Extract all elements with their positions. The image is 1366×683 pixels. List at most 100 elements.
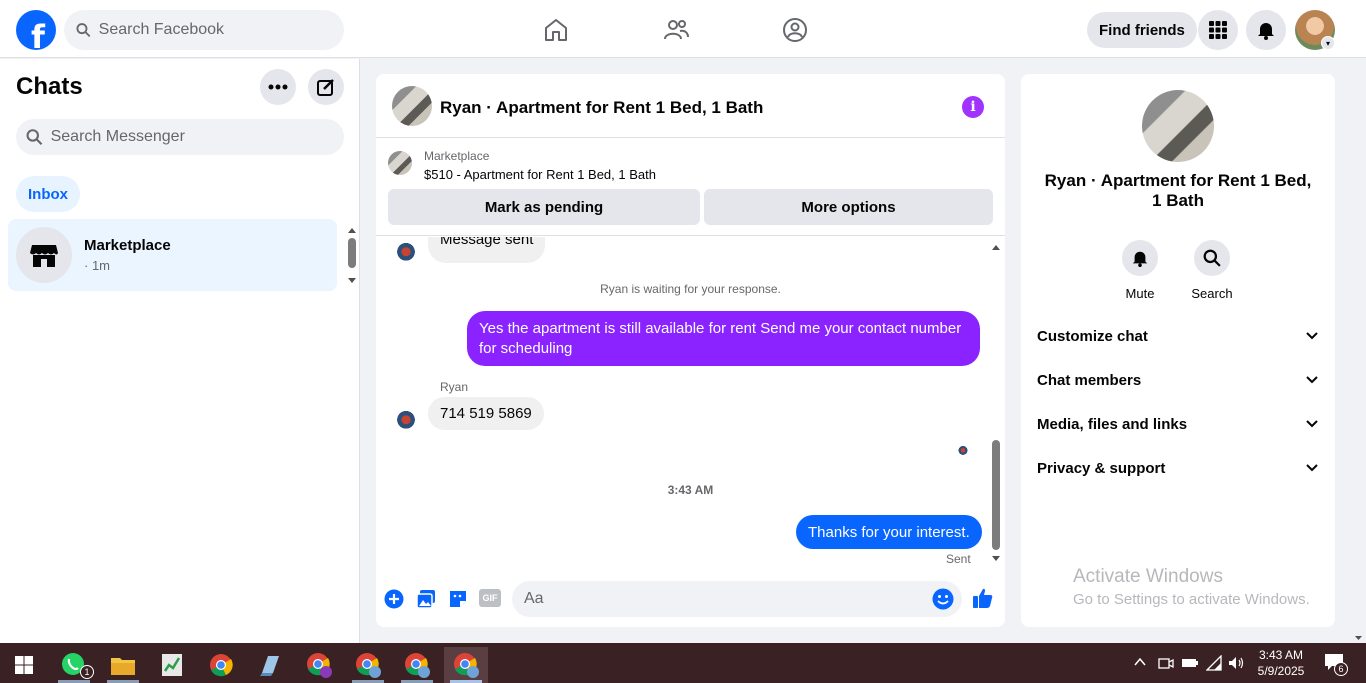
page-scrollbar[interactable] xyxy=(1351,59,1366,643)
battery-icon[interactable] xyxy=(1181,655,1199,676)
volume-icon[interactable] xyxy=(1228,655,1246,676)
file-explorer-icon[interactable] xyxy=(101,647,145,683)
search-facebook-input[interactable] xyxy=(98,21,344,39)
activate-windows-title: Activate Windows xyxy=(1073,566,1223,587)
start-windows-icon[interactable] xyxy=(2,647,46,683)
chats-title: Chats xyxy=(16,73,83,100)
wifi-icon[interactable] xyxy=(1205,654,1222,676)
clock-time: 3:43 AM xyxy=(1258,648,1304,662)
chevron-down-icon xyxy=(1306,420,1318,428)
sticker-icon[interactable] xyxy=(448,589,468,609)
message-input[interactable] xyxy=(524,590,932,608)
emoji-icon[interactable] xyxy=(932,588,954,610)
chevron-down-icon xyxy=(1306,376,1318,384)
conversation-title[interactable]: Ryan · Apartment for Rent 1 Bed, 1 Bath xyxy=(440,98,763,118)
customize-chat-section[interactable]: Customize chat xyxy=(1037,314,1319,358)
section-label: Media, files and links xyxy=(1037,415,1188,433)
home-icon[interactable] xyxy=(541,15,571,45)
chevron-down-icon[interactable]: ▾ xyxy=(1321,36,1335,50)
read-receipt-avatar xyxy=(956,442,970,456)
privacy-support-section[interactable]: Privacy & support xyxy=(1037,446,1319,490)
mute-bell-icon[interactable] xyxy=(1122,240,1158,276)
taskbar-clock[interactable]: 3:43 AM 5/9/2025 xyxy=(1248,647,1314,679)
info-icon[interactable]: i xyxy=(962,96,984,118)
chat-list-item[interactable]: Marketplace · 1m xyxy=(8,219,337,291)
mute-label: Mute xyxy=(1125,286,1155,301)
section-label: Privacy & support xyxy=(1037,459,1166,477)
sidebar-scrollbar[interactable] xyxy=(345,223,359,287)
friends-icon[interactable] xyxy=(661,15,691,45)
incoming-message: 714 519 5869 xyxy=(428,397,544,430)
new-message-icon[interactable] xyxy=(308,69,344,105)
notepad-app-icon[interactable] xyxy=(248,647,292,683)
sender-avatar[interactable] xyxy=(392,237,420,263)
sender-avatar[interactable] xyxy=(392,403,420,431)
whatsapp-icon[interactable]: 1 xyxy=(52,647,96,683)
message-composer: GIF xyxy=(376,577,1005,621)
mute-button[interactable]: Mute xyxy=(1110,240,1170,301)
chat-name: Marketplace xyxy=(84,237,171,254)
listing-thumbnail[interactable] xyxy=(388,151,412,175)
message-scrollbar[interactable] xyxy=(989,240,1003,566)
chrome-profile-icon[interactable] xyxy=(297,647,341,683)
facebook-logo[interactable]: f xyxy=(16,10,56,50)
marketplace-store-icon xyxy=(16,227,72,283)
spreadsheet-app-icon[interactable] xyxy=(150,647,194,683)
more-options-icon[interactable] xyxy=(260,69,296,105)
photo-icon[interactable] xyxy=(416,589,436,609)
notification-center-icon[interactable]: 6 xyxy=(1324,653,1348,676)
message-list: Message sent Ryan is waiting for your re… xyxy=(376,237,1005,567)
chrome-profile-icon[interactable] xyxy=(395,647,439,683)
clock-date: 5/9/2025 xyxy=(1257,664,1305,678)
find-friends-button[interactable]: Find friends xyxy=(1087,12,1197,48)
more-options-button[interactable]: More options xyxy=(704,189,993,225)
notifications-bell-icon[interactable] xyxy=(1246,10,1286,50)
incoming-message: Message sent xyxy=(428,237,546,263)
chrome-icon[interactable] xyxy=(199,647,243,683)
groups-icon[interactable] xyxy=(780,15,810,45)
message-status: Sent xyxy=(946,552,971,566)
outgoing-message: Thanks for your interest. xyxy=(796,515,982,549)
message-timestamp: 3:43 AM xyxy=(667,483,714,497)
chevron-down-icon xyxy=(1306,332,1318,340)
meet-now-icon[interactable] xyxy=(1158,655,1174,676)
chrome-profile-icon-active[interactable] xyxy=(444,647,488,683)
chrome-profile-icon[interactable] xyxy=(346,647,390,683)
plus-icon[interactable] xyxy=(384,589,404,609)
whatsapp-badge: 1 xyxy=(80,665,94,679)
sender-name: Ryan xyxy=(440,380,469,394)
apartment-avatar[interactable] xyxy=(392,86,432,126)
search-icon xyxy=(76,23,91,38)
chats-sidebar: Chats Inbox Marketplace · 1m xyxy=(0,59,360,643)
facebook-logo-letter: f xyxy=(31,18,45,50)
windows-taskbar: 1 3:43 AM 5/9/2025 6 xyxy=(0,643,1366,683)
search-conversation-button[interactable]: Search xyxy=(1182,240,1242,301)
outgoing-message: Yes the apartment is still available for… xyxy=(467,311,980,366)
search-icon xyxy=(26,129,43,146)
message-input-box[interactable] xyxy=(512,581,962,617)
section-label: Chat members xyxy=(1037,371,1142,389)
conversation-avatar[interactable] xyxy=(1142,90,1214,162)
listing-title[interactable]: $510 - Apartment for Rent 1 Bed, 1 Bath xyxy=(424,167,656,182)
inbox-tab[interactable]: Inbox xyxy=(16,176,80,212)
chevron-down-icon xyxy=(1306,464,1318,472)
media-files-links-section[interactable]: Media, files and links xyxy=(1037,402,1319,446)
search-messenger-box[interactable] xyxy=(16,119,344,155)
details-title: Ryan · Apartment for Rent 1 Bed, 1 Bath xyxy=(1044,171,1312,210)
thumbs-up-icon[interactable] xyxy=(972,587,994,609)
top-navigation-bar: f Find friends ▾ xyxy=(0,0,1366,58)
menu-grid-icon[interactable] xyxy=(1198,10,1238,50)
chat-members-section[interactable]: Chat members xyxy=(1037,358,1319,402)
gif-icon[interactable]: GIF xyxy=(479,589,501,607)
conversation-details-panel: Ryan · Apartment for Rent 1 Bed, 1 Bath … xyxy=(1021,74,1335,627)
waiting-notice: Ryan is waiting for your response. xyxy=(600,282,781,296)
chat-timestamp: · 1m xyxy=(84,258,110,273)
search-icon[interactable] xyxy=(1194,240,1230,276)
section-label: Customize chat xyxy=(1037,327,1148,345)
chevron-up-icon[interactable] xyxy=(1133,655,1147,672)
search-messenger-input[interactable] xyxy=(50,128,344,146)
activate-windows-subtitle: Go to Settings to activate Windows. xyxy=(1073,591,1310,608)
search-label: Search xyxy=(1191,286,1233,301)
search-facebook-box[interactable] xyxy=(64,10,344,50)
mark-as-pending-button[interactable]: Mark as pending xyxy=(388,189,700,225)
